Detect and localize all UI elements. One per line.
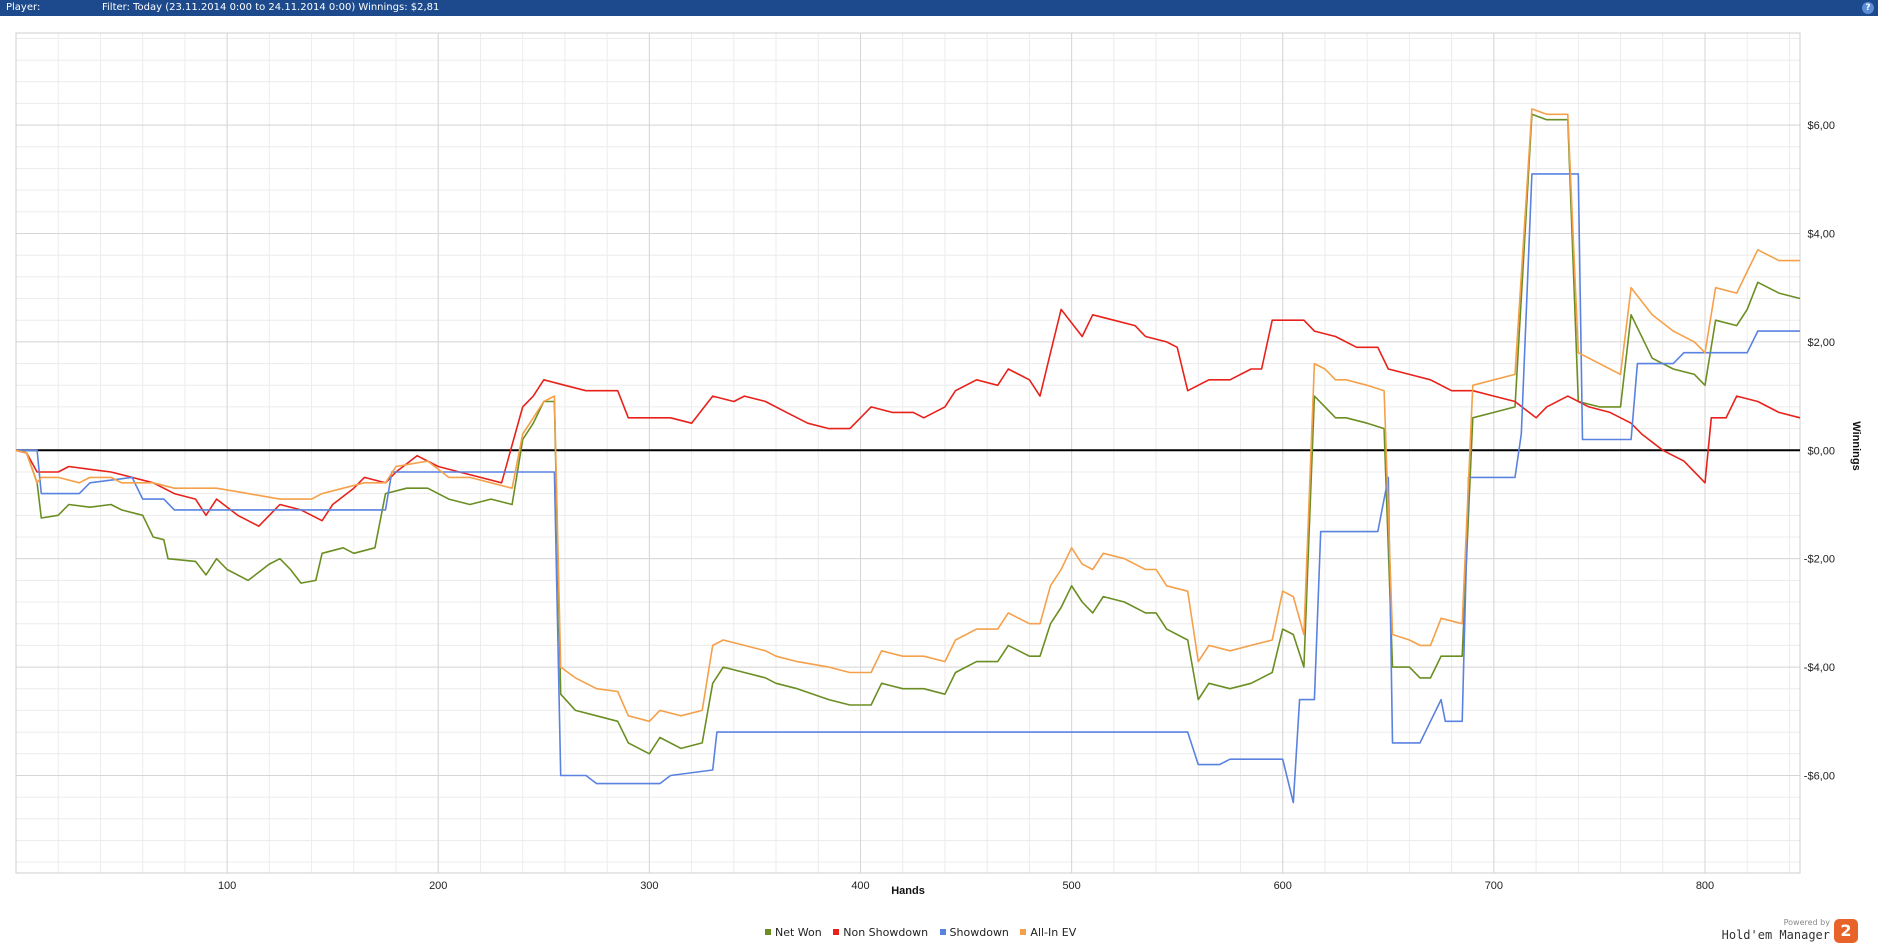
legend-label-non-showdown: Non Showdown bbox=[843, 926, 929, 939]
x-tick-label: 200 bbox=[429, 880, 447, 892]
legend-label-net-won: Net Won bbox=[775, 926, 822, 939]
x-tick-label: 400 bbox=[851, 880, 869, 892]
powered-by-label: Powered by bbox=[1783, 918, 1830, 927]
brand-name: Hold'em Manager bbox=[1721, 928, 1830, 942]
x-axis-ticks: 100 200 300 400 500 600 700 800 bbox=[218, 880, 1714, 892]
y-tick-label: $2,00 bbox=[1807, 337, 1835, 349]
chart-legend: Net Won Non Showdown Showdown All-In EV bbox=[765, 926, 1084, 939]
x-tick-label: 500 bbox=[1062, 880, 1080, 892]
y-tick-label: $6,00 bbox=[1807, 120, 1835, 132]
y-axis-label: Winnings bbox=[1850, 421, 1862, 470]
legend-swatch-all-in-ev bbox=[1020, 929, 1027, 935]
legend-net-won[interactable]: Net Won bbox=[765, 926, 822, 939]
y-tick-label: -$2,00 bbox=[1804, 554, 1835, 566]
legend-swatch-non-showdown bbox=[833, 929, 840, 935]
chart-grid bbox=[16, 33, 1800, 873]
legend-showdown[interactable]: Showdown bbox=[939, 926, 1009, 939]
winnings-graph: 100 200 300 400 500 600 700 800 $6,00 $4,00 $2,00… bbox=[15, 32, 1862, 897]
legend-non-showdown[interactable]: Non Showdown bbox=[833, 926, 928, 939]
x-tick-label: 600 bbox=[1274, 880, 1292, 892]
y-tick-label: -$4,00 bbox=[1804, 662, 1835, 674]
series-line-net-won bbox=[15, 113, 1801, 755]
top-filter-bar: Player: Filter: Today (23.11.2014 0:00 t… bbox=[0, 0, 1878, 16]
branding: Powered by Hold'em Manager 2 bbox=[1698, 918, 1868, 944]
y-tick-label: -$6,00 bbox=[1804, 770, 1835, 782]
y-tick-label: $0,00 bbox=[1807, 445, 1835, 457]
player-label: Player: bbox=[6, 2, 41, 13]
x-tick-label: 100 bbox=[218, 880, 236, 892]
y-axis-ticks: $6,00 $4,00 $2,00 $0,00 -$2,00 -$4,00 -$6,00 bbox=[1804, 120, 1835, 782]
x-tick-label: 800 bbox=[1696, 880, 1714, 892]
hem2-logo-icon: 2 bbox=[1834, 919, 1858, 943]
legend-label-all-in-ev: All-In EV bbox=[1030, 926, 1077, 939]
legend-swatch-showdown bbox=[939, 929, 946, 935]
x-tick-label: 300 bbox=[640, 880, 658, 892]
x-tick-label: 700 bbox=[1485, 880, 1503, 892]
x-axis-label: Hands bbox=[891, 885, 925, 897]
legend-swatch-net-won bbox=[765, 929, 771, 935]
series-lines bbox=[15, 108, 1801, 804]
legend-all-in-ev[interactable]: All-In EV bbox=[1020, 926, 1076, 939]
filter-summary: Filter: Today (23.11.2014 0:00 to 24.11.… bbox=[102, 2, 440, 13]
y-tick-label: $4,00 bbox=[1807, 229, 1835, 241]
legend-label-showdown: Showdown bbox=[949, 926, 1009, 939]
plot-border bbox=[15, 32, 1801, 874]
series-line-showdown bbox=[16, 173, 1800, 804]
help-icon[interactable]: ? bbox=[1862, 2, 1874, 14]
